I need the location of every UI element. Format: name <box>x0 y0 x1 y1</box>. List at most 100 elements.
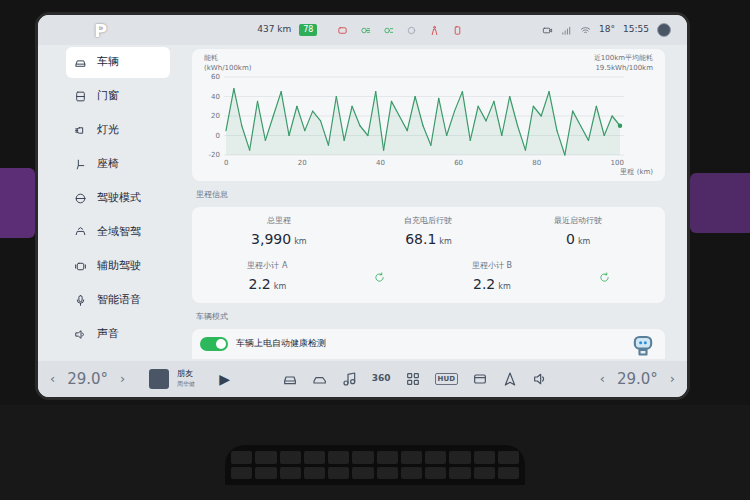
series-segment <box>242 126 250 150</box>
y-tick: 0 <box>216 132 220 140</box>
sidebar-item[interactable]: 全域智驾 <box>66 217 170 248</box>
series-segment <box>368 92 376 136</box>
series-segment <box>604 116 612 136</box>
apps-icon[interactable] <box>405 371 421 387</box>
series-segment <box>470 106 478 140</box>
menu-icon <box>74 158 87 171</box>
vent-slat <box>328 467 349 480</box>
sidebar-item[interactable]: 辅助驾驶 <box>66 251 170 282</box>
ambient-light <box>0 168 35 238</box>
sidebar-item[interactable]: 车辆 <box>66 47 170 78</box>
grid-line <box>224 77 624 78</box>
alert-icon <box>452 25 463 36</box>
toggle-switch[interactable] <box>200 337 228 351</box>
car-side-icon[interactable] <box>312 371 328 387</box>
series-segment <box>588 106 596 140</box>
sidebar-item[interactable]: 座椅 <box>66 149 170 180</box>
last-point <box>618 124 622 128</box>
x-tick: 80 <box>532 159 541 168</box>
mileage-item: 自充电后行驶68.1km <box>354 215 504 250</box>
axis-label: 能耗 <box>204 53 251 63</box>
value-number: 2.2 <box>473 274 495 295</box>
series-segment <box>541 92 549 116</box>
menu-icon <box>74 124 87 137</box>
sidebar-label: 智能语音 <box>97 292 141 309</box>
trip-meter: 里程小计 A2.2km <box>204 260 429 295</box>
reset-icon[interactable] <box>374 272 385 283</box>
menu-icon <box>74 226 87 239</box>
series-segment <box>273 92 281 116</box>
vent-slat <box>255 451 276 464</box>
vent-slat <box>280 467 301 480</box>
sidebar-label: 驾驶模式 <box>97 190 141 207</box>
vent-slat <box>449 467 470 480</box>
reset-icon[interactable] <box>599 272 610 283</box>
vent-slat <box>377 451 398 464</box>
avatar-icon[interactable] <box>657 23 671 37</box>
series-segment <box>486 101 494 121</box>
series-segment <box>313 111 321 121</box>
temp-down[interactable]: ‹ <box>50 369 55 389</box>
series-segment <box>336 97 344 141</box>
volume-icon[interactable] <box>532 371 548 387</box>
sidebar-label: 声音 <box>97 326 119 343</box>
series-segment <box>549 92 557 131</box>
temperature-text: 18° <box>599 23 615 37</box>
sidebar-item[interactable]: 声音 <box>66 319 170 350</box>
temp-down[interactable]: ‹ <box>600 369 605 389</box>
car-front-icon[interactable] <box>282 371 298 387</box>
hud-button[interactable]: HUD <box>435 373 458 386</box>
sidebar: 车辆门窗灯光座椅驾驶模式全域智驾辅助驾驶智能语音声音 <box>38 45 178 361</box>
navigation-icon[interactable] <box>502 371 518 387</box>
sidebar-item[interactable]: 智能语音 <box>66 285 170 316</box>
vent-slat <box>231 467 252 480</box>
toggle-group: 车辆上电自动健康检测 <box>200 337 326 351</box>
vent-slat <box>498 467 519 480</box>
series-segment <box>399 116 407 131</box>
main-area: 车辆门窗灯光座椅驾驶模式全域智驾辅助驾驶智能语音声音能耗(kWh/100km)近… <box>38 45 687 361</box>
status-right: 18°15:55 <box>542 23 671 37</box>
y-tick: 20 <box>211 112 220 120</box>
setting-row: 车辆上电自动健康检测 <box>192 329 665 359</box>
vent-slat <box>474 467 495 480</box>
series-segment <box>525 106 533 150</box>
series-segment <box>533 106 541 116</box>
right-trim <box>690 0 750 405</box>
chart-plot <box>224 73 624 159</box>
series-area <box>226 89 620 155</box>
series-segment <box>478 106 486 121</box>
gear-indicator: P <box>94 17 107 44</box>
range-text: 437 km <box>257 23 291 37</box>
ambient-light <box>690 173 750 233</box>
view-360-button[interactable]: 360 <box>372 372 391 386</box>
mileage-item: 最近启动行驶0km <box>503 215 653 250</box>
series-segment <box>305 111 313 131</box>
play-button[interactable]: ▶ <box>219 369 230 390</box>
value-unit: km <box>439 236 451 248</box>
value-number: 3,990 <box>251 229 291 250</box>
menu-icon <box>74 192 87 205</box>
series-segment <box>344 106 352 140</box>
vent-slat <box>304 451 325 464</box>
mileage-item: 里程小计 B2.2km <box>472 260 512 295</box>
sidebar-item[interactable]: 灯光 <box>66 115 170 146</box>
box-icon[interactable] <box>472 371 488 387</box>
menu-icon <box>74 328 87 341</box>
music-icon[interactable] <box>342 371 358 387</box>
series-segment <box>407 97 415 131</box>
sidebar-item[interactable]: 驾驶模式 <box>66 183 170 214</box>
grid-line <box>224 96 624 97</box>
temp-value: 29.0° <box>617 368 658 391</box>
bottom-bar: ‹29.0°›朋友周华健▶360HUD‹29.0°› <box>38 361 687 397</box>
temp-up[interactable]: › <box>670 369 675 389</box>
mileage-card: 总里程3,990km自充电后行驶68.1km最近启动行驶0km里程小计 A2.2… <box>192 207 665 303</box>
series-segment <box>518 126 526 150</box>
vent-slat <box>425 467 446 480</box>
temp-up[interactable]: › <box>120 369 125 389</box>
value-unit: km <box>498 281 510 293</box>
media-player[interactable]: 朋友周华健▶ <box>149 369 230 390</box>
chart-legend: 近100km平均能耗19.5kWh/100km <box>594 53 653 73</box>
x-axis: 020406080100 <box>204 159 653 168</box>
status-bar: P437 km7818°15:55 <box>38 15 687 45</box>
sidebar-item[interactable]: 门窗 <box>66 81 170 112</box>
